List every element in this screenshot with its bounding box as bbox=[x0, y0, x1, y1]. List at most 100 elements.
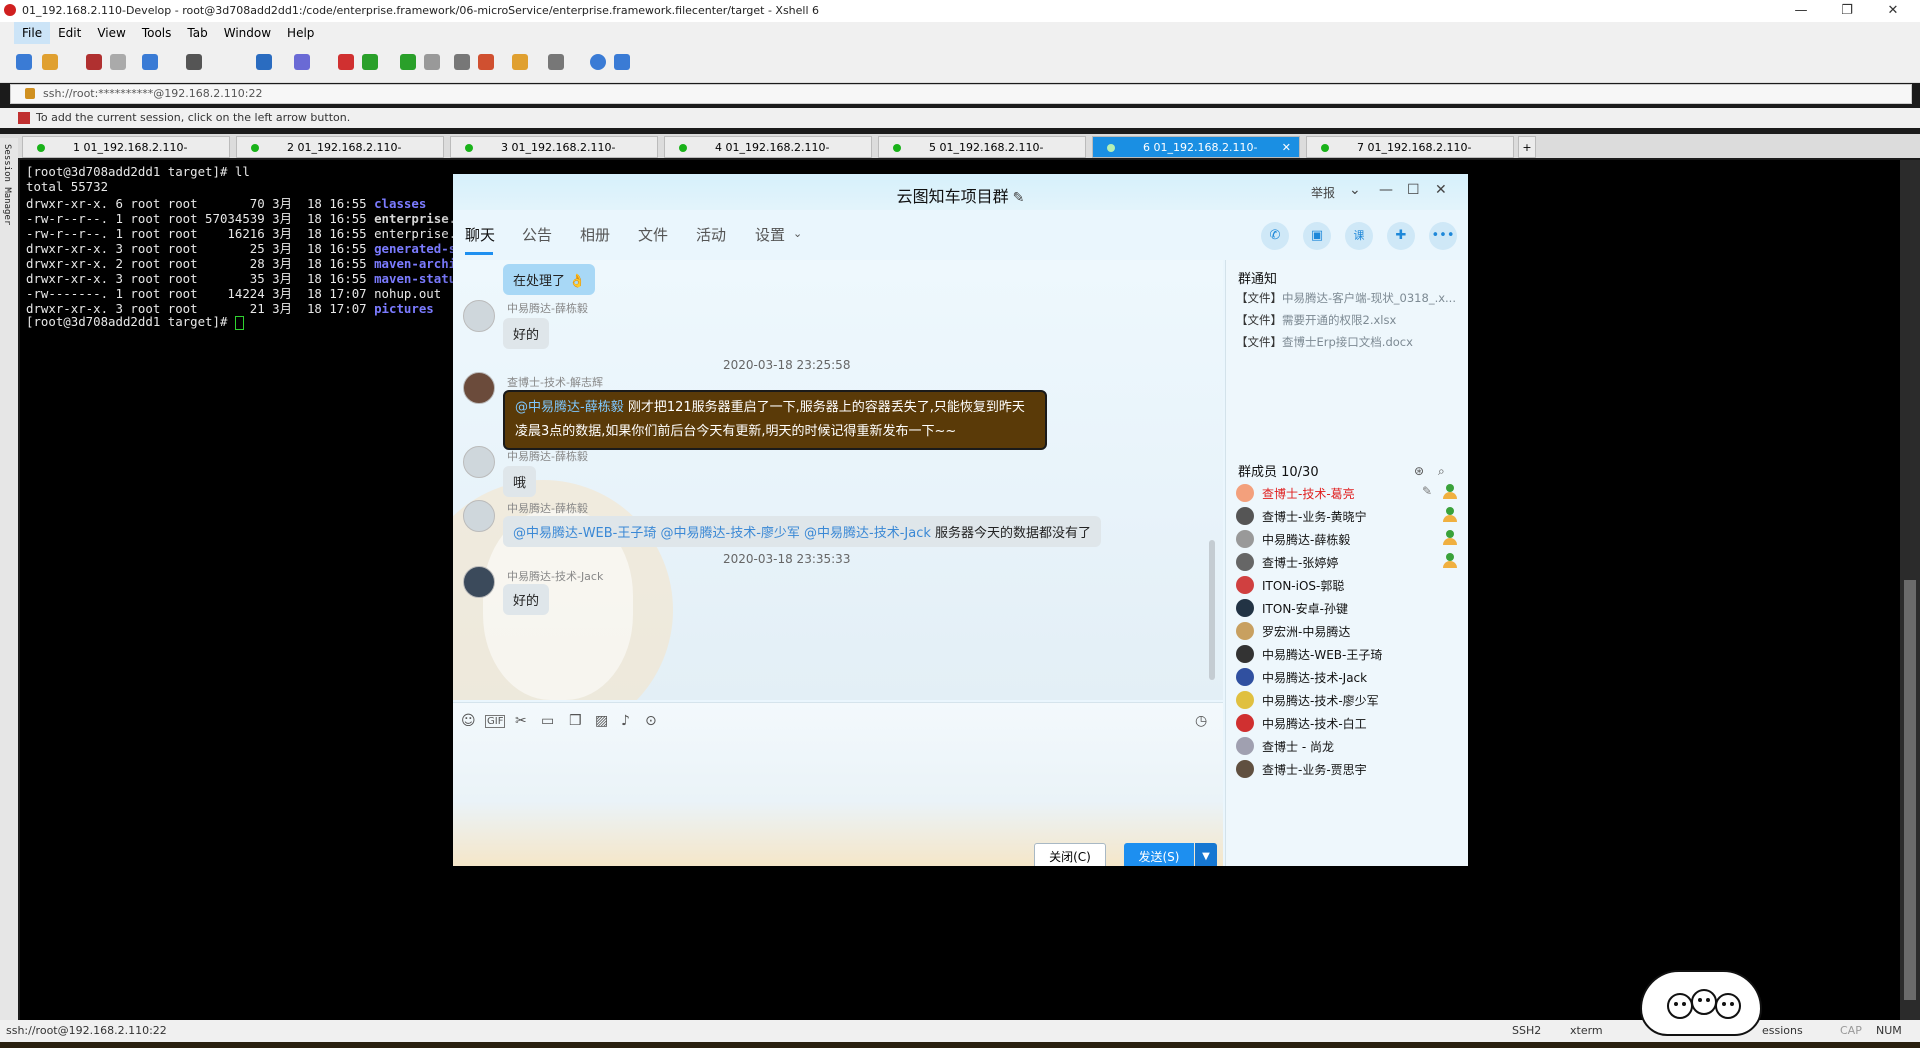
avatar[interactable] bbox=[463, 372, 495, 404]
send-options-chevron-icon[interactable]: ▼ bbox=[1195, 843, 1217, 866]
shake-bell-icon[interactable]: ♪ bbox=[621, 713, 630, 729]
copy-icon[interactable] bbox=[142, 54, 158, 70]
folder-icon[interactable]: ▭ bbox=[541, 713, 554, 729]
maximize-icon[interactable]: ☐ bbox=[1407, 182, 1420, 198]
tab-session-2[interactable]: 2 01_192.168.2.110-Develop bbox=[236, 136, 444, 176]
tab-session-7[interactable]: 7 01_192.168.2.110-Develop bbox=[1306, 136, 1514, 176]
tab-session-6[interactable]: 6 01_192.168.2.110-Develop✕ bbox=[1092, 136, 1300, 176]
video-call-icon[interactable]: ▣ bbox=[1303, 222, 1331, 250]
find-icon[interactable] bbox=[186, 54, 202, 70]
connect-icon[interactable] bbox=[86, 54, 102, 70]
tab-files[interactable]: 文件 bbox=[638, 224, 668, 245]
lock-icon[interactable] bbox=[424, 54, 440, 70]
tab-session-5[interactable]: 5 01_192.168.2.110-Develop bbox=[878, 136, 1086, 176]
menu-help[interactable]: Help bbox=[279, 22, 322, 44]
member-manage-icon[interactable]: ⊛ bbox=[1414, 464, 1428, 478]
avatar[interactable] bbox=[463, 500, 495, 532]
tab-session-4[interactable]: 4 01_192.168.2.110-Develop bbox=[664, 136, 872, 176]
member-item[interactable]: 查博士-张婷婷 bbox=[1236, 551, 1461, 573]
add-tab-button[interactable]: + bbox=[1518, 136, 1536, 158]
member-item[interactable]: ITON-安卓-孙键 bbox=[1236, 597, 1461, 619]
avatar[interactable] bbox=[463, 566, 495, 598]
new-session-icon[interactable] bbox=[16, 54, 32, 70]
emoji-icon[interactable]: ☺ bbox=[461, 713, 476, 729]
close-icon[interactable]: ✕ bbox=[1435, 182, 1447, 198]
keyboard-icon[interactable] bbox=[454, 54, 470, 70]
notice-file-item[interactable]: 【文件】查博士Erp接口文档.docx bbox=[1236, 334, 1413, 350]
invite-icon[interactable]: ✚ bbox=[1387, 222, 1415, 250]
tab-session-3[interactable]: 3 01_192.168.2.110-Develop bbox=[450, 136, 658, 176]
minimize-icon[interactable]: — bbox=[1778, 0, 1824, 22]
highlight-icon[interactable] bbox=[478, 54, 494, 70]
tab-session-1[interactable]: 1 01_192.168.2.110-Develop bbox=[22, 136, 230, 176]
terminal-scrollbar[interactable] bbox=[1900, 160, 1920, 1020]
report-button[interactable]: 举报 bbox=[1311, 184, 1335, 201]
fullscreen-icon[interactable] bbox=[400, 54, 416, 70]
mention[interactable]: @中易腾达-薛栋毅 bbox=[515, 400, 624, 415]
chevron-down-icon[interactable]: ⌄ bbox=[1349, 182, 1361, 198]
menu-tab[interactable]: Tab bbox=[179, 22, 215, 44]
xagent-icon[interactable] bbox=[362, 54, 378, 70]
scrollbar-thumb[interactable] bbox=[1904, 580, 1916, 1000]
tab-album[interactable]: 相册 bbox=[580, 224, 610, 245]
help-icon[interactable] bbox=[590, 54, 606, 70]
xftp-icon[interactable] bbox=[338, 54, 354, 70]
open-folder-icon[interactable] bbox=[42, 54, 58, 70]
close-tab-icon[interactable]: ✕ bbox=[1282, 137, 1291, 159]
image-icon[interactable]: ▨ bbox=[595, 713, 608, 729]
scrollbar-thumb[interactable] bbox=[1209, 540, 1215, 680]
minimize-icon[interactable]: — bbox=[1379, 182, 1393, 198]
menu-view[interactable]: View bbox=[89, 22, 133, 44]
message-list[interactable]: 在处理了 👌 中易腾达-薛栋毅 好的 2020-03-18 23:25:58 查… bbox=[453, 260, 1223, 700]
member-item[interactable]: 查博士-业务-贾思宇 bbox=[1236, 758, 1461, 780]
message-scrollbar[interactable] bbox=[1207, 260, 1217, 700]
message-input-area[interactable]: ☺ GIF ✂ ▭ ❒ ▨ ♪ ⊙ ◷ 关闭(C) 发送(S) ▼ bbox=[453, 702, 1223, 866]
class-icon[interactable]: 课 bbox=[1345, 222, 1373, 250]
member-item[interactable]: 中易腾达-技术-白工 bbox=[1236, 712, 1461, 734]
more-options-icon[interactable]: ⊙ bbox=[645, 713, 657, 729]
send-button[interactable]: 发送(S) bbox=[1124, 843, 1194, 866]
member-item[interactable]: ITON-iOS-郭聪 bbox=[1236, 574, 1461, 596]
scissors-icon[interactable]: ✂ bbox=[515, 713, 527, 729]
member-item[interactable]: 中易腾达-技术-廖少军 bbox=[1236, 689, 1461, 711]
member-item[interactable]: 查博士 - 尚龙 bbox=[1236, 735, 1461, 757]
edit-pencil-icon[interactable]: ✎ bbox=[1422, 484, 1432, 498]
close-button[interactable]: 关闭(C) bbox=[1034, 843, 1106, 866]
tab-settings[interactable]: 设置 bbox=[755, 224, 785, 245]
tab-chat[interactable]: 聊天 bbox=[465, 224, 495, 245]
member-item[interactable]: 罗宏洲-中易腾达 bbox=[1236, 620, 1461, 642]
compose-icon[interactable] bbox=[512, 54, 528, 70]
history-clock-icon[interactable]: ◷ bbox=[1195, 713, 1207, 729]
avatar[interactable] bbox=[463, 300, 495, 332]
member-item[interactable]: 中易腾达-技术-Jack bbox=[1236, 666, 1461, 688]
tab-announcement[interactable]: 公告 bbox=[522, 224, 552, 245]
notice-file-item[interactable]: 【文件】需要开通的权限2.xlsx bbox=[1236, 312, 1396, 328]
avatar[interactable] bbox=[463, 446, 495, 478]
globe-icon[interactable] bbox=[256, 54, 272, 70]
mention[interactable]: @中易腾达-WEB-王子琦 @中易腾达-技术-廖少军 @中易腾达-技术-Jack bbox=[513, 526, 931, 541]
more-icon[interactable]: ••• bbox=[1429, 222, 1457, 250]
menu-edit[interactable]: Edit bbox=[50, 22, 89, 44]
tab-activity[interactable]: 活动 bbox=[696, 224, 726, 245]
restore-icon[interactable]: ❐ bbox=[1824, 0, 1870, 22]
voice-call-icon[interactable]: ✆ bbox=[1261, 222, 1289, 250]
menu-file[interactable]: File bbox=[14, 22, 51, 44]
member-item[interactable]: 中易腾达-WEB-王子琦 bbox=[1236, 643, 1461, 665]
member-item[interactable]: 查博士-业务-黄晓宁 bbox=[1236, 505, 1461, 527]
menu-window[interactable]: Window bbox=[216, 22, 279, 44]
address-bar[interactable]: ssh://root:**********@192.168.2.110:22 bbox=[10, 84, 1912, 104]
template-icon[interactable]: ❒ bbox=[569, 713, 582, 729]
session-manager-strip[interactable]: Session Manager bbox=[0, 138, 18, 1038]
search-icon[interactable]: ⌕ bbox=[1438, 464, 1452, 478]
layout-icon[interactable] bbox=[548, 54, 564, 70]
edit-pencil-icon[interactable]: ✎ bbox=[1013, 190, 1025, 206]
chat-bubble-icon[interactable] bbox=[614, 54, 630, 70]
notice-file-item[interactable]: 【文件】中易腾达-客户端-现状_0318_.x... bbox=[1236, 290, 1456, 306]
close-icon[interactable]: ✕ bbox=[1870, 0, 1916, 22]
font-icon[interactable] bbox=[294, 54, 310, 70]
member-item[interactable]: 中易腾达-薛栋毅 bbox=[1236, 528, 1461, 550]
bookmark-icon[interactable] bbox=[18, 112, 30, 124]
menu-tools[interactable]: Tools bbox=[134, 22, 180, 44]
member-item[interactable]: 查博士-技术-葛亮 ✎ bbox=[1236, 482, 1461, 504]
disconnect-icon[interactable] bbox=[110, 54, 126, 70]
